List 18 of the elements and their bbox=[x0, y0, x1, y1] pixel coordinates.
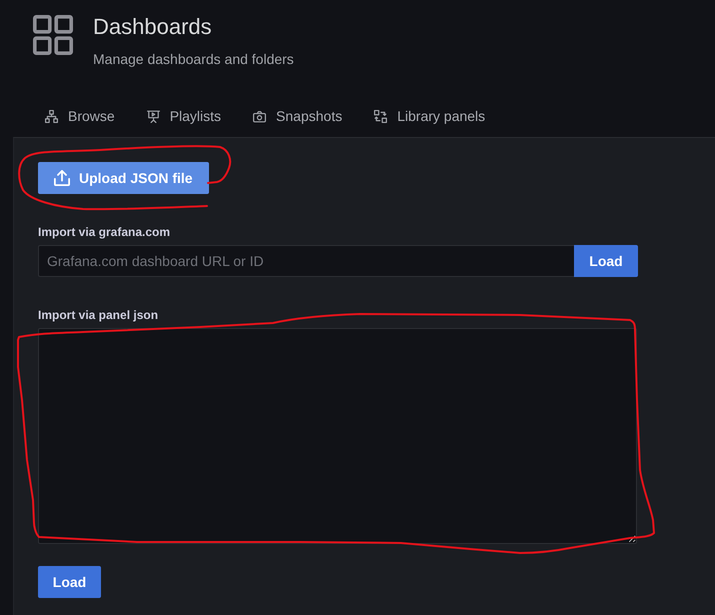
camera-icon bbox=[253, 110, 266, 122]
json-textarea[interactable] bbox=[38, 328, 637, 544]
load-button[interactable]: Load bbox=[574, 245, 638, 277]
nav-tab[interactable]: Snapshots bbox=[237, 97, 358, 137]
grid-icon bbox=[33, 15, 73, 55]
upload-icon bbox=[54, 170, 70, 186]
squares-arrows-icon bbox=[374, 110, 388, 122]
nav-tab[interactable]: Browse bbox=[29, 97, 131, 137]
load-button[interactable]: Load bbox=[38, 566, 101, 598]
nav-tab[interactable]: Playlists bbox=[130, 97, 238, 137]
url-input[interactable]: Grafana.com dashboard URL or ID bbox=[38, 245, 574, 277]
page-subtitle: Manage dashboards and folders bbox=[93, 50, 294, 69]
nav-tab[interactable]: Library panels bbox=[358, 97, 502, 137]
sitemap-icon bbox=[45, 110, 58, 122]
field-label: Import via grafana.com bbox=[38, 225, 170, 239]
field-label: Import via panel json bbox=[38, 308, 158, 322]
page-title: Dashboards bbox=[93, 15, 213, 39]
presentation-icon bbox=[146, 110, 160, 122]
